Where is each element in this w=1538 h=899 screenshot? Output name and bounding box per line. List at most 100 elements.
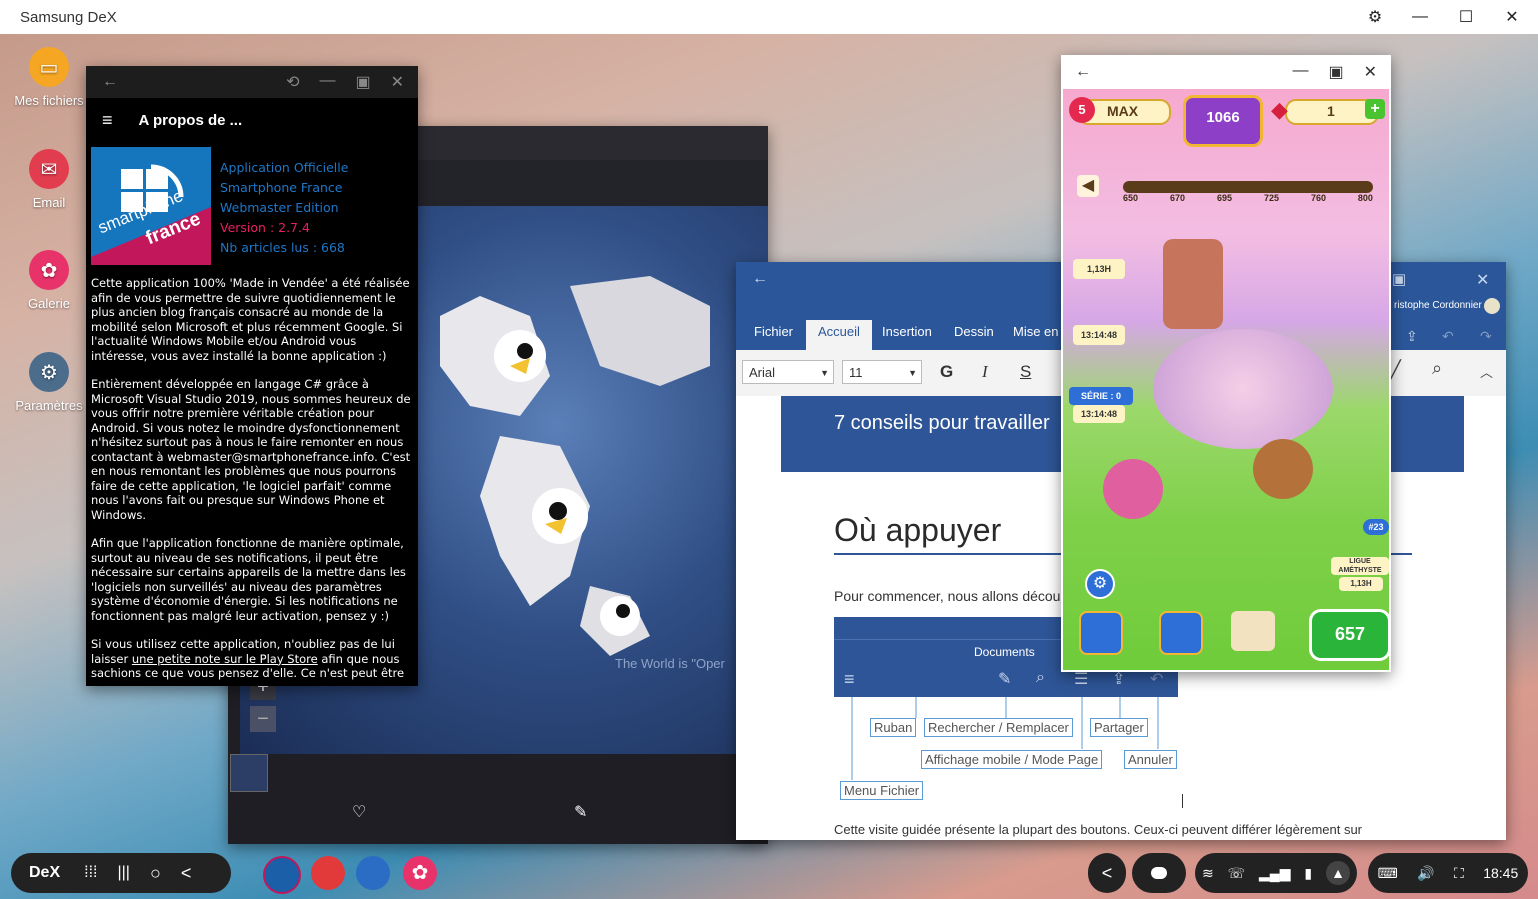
pen-icon[interactable]: ╱ (1390, 360, 1401, 381)
zoom-out-button[interactable]: − (250, 706, 276, 732)
tab-insertion[interactable]: Insertion (882, 324, 932, 339)
status-tray[interactable]: ≋ ☏ ▂▄▆ ▮ ▲ (1195, 853, 1357, 893)
tab-accueil[interactable]: Accueil (818, 324, 860, 339)
back-arrow-icon[interactable]: ← (1061, 63, 1091, 81)
thumbnail[interactable] (230, 754, 268, 792)
tab-fichier[interactable]: Fichier (754, 324, 793, 339)
close-icon[interactable]: ✕ (1476, 270, 1489, 290)
maximize-button[interactable]: ☐ (1444, 4, 1488, 30)
back-icon[interactable]: < (181, 863, 192, 884)
edit-pencil-icon[interactable]: ✎ (574, 802, 587, 822)
share-icon[interactable]: ⇪ (1406, 328, 1418, 345)
series-badge[interactable]: SÉRIE : 0 (1069, 387, 1133, 405)
back-arrow-icon[interactable]: ← (86, 73, 118, 91)
account-name[interactable]: ristophe Cordonnier (1394, 300, 1482, 311)
milestone: 650 (1123, 193, 1139, 203)
home-icon[interactable]: ○ (150, 863, 161, 884)
desktop-icon-parametres[interactable]: ⚙ Paramètres (9, 352, 89, 413)
minimize-icon[interactable]: — (1292, 62, 1308, 82)
event-timer[interactable]: 13:14:48 (1073, 405, 1125, 423)
volume-icon[interactable]: 🔊 (1417, 865, 1434, 882)
dex-nav-bar: DeX ⁞⁞⁞ ||| ○ < (11, 853, 231, 893)
callout-rechercher: Rechercher / Remplacer (924, 718, 1073, 737)
call-icon: ☏ (1227, 864, 1246, 881)
taskbar-collapse-button[interactable]: < (1088, 853, 1126, 893)
book-button[interactable] (1231, 611, 1275, 651)
maximize-icon[interactable]: ▣ (1392, 270, 1406, 288)
chest-button[interactable] (1159, 611, 1203, 655)
back-arrow-icon[interactable]: ← (752, 270, 768, 288)
chevron-up-icon[interactable]: ︿ (1480, 362, 1493, 381)
desktop-icon-galerie[interactable]: ✿ Galerie (9, 250, 89, 311)
event-timer[interactable]: 1,13H (1073, 259, 1125, 279)
italic-button[interactable]: I (982, 362, 988, 382)
redo-icon[interactable]: ↷ (1480, 328, 1492, 345)
taskbar-app-galerie[interactable]: ✿ (403, 856, 437, 890)
league-label[interactable]: LIGUE AMÉTHYSTE (1331, 557, 1389, 575)
underline-button[interactable]: S (1020, 362, 1031, 382)
keyboard-icon[interactable]: ⌨ (1378, 865, 1398, 882)
mail-icon: ✉ (29, 149, 69, 189)
undo-icon[interactable]: ↶ (1442, 328, 1454, 345)
apps-grid-icon[interactable]: ⁞⁞⁞ (84, 864, 97, 882)
taskbar-app-word[interactable] (356, 856, 390, 890)
taskbar-app-game[interactable] (311, 856, 345, 890)
bold-button[interactable]: G (940, 362, 953, 382)
tab-mise-en-page[interactable]: Mise en (1013, 324, 1059, 339)
scroll-left-button[interactable]: ◀ (1077, 175, 1099, 197)
rank-badge: #23 (1363, 519, 1389, 535)
add-gems-button[interactable]: + (1365, 99, 1385, 119)
minimize-button[interactable]: — (1398, 4, 1442, 30)
maximize-icon[interactable]: ▣ (355, 72, 370, 92)
info-line: Smartphone France (220, 180, 343, 195)
progress-track (1123, 181, 1373, 193)
rotate-icon[interactable]: ⟲ (286, 72, 299, 92)
size-value: 11 (849, 365, 863, 380)
notification-button[interactable] (1132, 853, 1186, 893)
close-button[interactable]: ✕ (1490, 4, 1534, 30)
desktop-icon-mes-fichiers[interactable]: ▭ Mes fichiers (9, 47, 89, 108)
search-icon[interactable]: ⌕ (1432, 358, 1442, 379)
about-window: ← ⟲ — ▣ ✕ ≡ A propos de ... smartphone f… (86, 66, 418, 686)
text-cursor (1182, 794, 1183, 808)
callout-ruban: Ruban (870, 718, 917, 737)
recents-icon[interactable]: ||| (117, 864, 129, 882)
host-titlebar: Samsung DeX ⚙ — ☐ ✕ (0, 0, 1538, 35)
close-icon[interactable]: ✕ (1364, 62, 1377, 82)
favorite-heart-icon[interactable]: ♡ (352, 802, 366, 822)
close-icon[interactable]: ✕ (391, 72, 404, 92)
scene-candy (1103, 459, 1163, 519)
articles-count: Nb articles lus : 668 (220, 240, 345, 255)
game-view[interactable]: MAX 5 1066 1 ◆ + 650 670 695 725 760 800… (1063, 89, 1389, 670)
heart-icon: 5 (1069, 97, 1095, 123)
font-select[interactable]: Arial ▼ (742, 360, 834, 384)
callout-annuler: Annuler (1124, 750, 1177, 769)
milestone: 695 (1216, 193, 1232, 203)
scene-house (1163, 239, 1223, 329)
settings-gear-icon[interactable]: ⚙ (1085, 569, 1115, 599)
play-store-link[interactable]: une petite note sur le Play Store (132, 652, 318, 666)
maximize-icon[interactable]: ▣ (1328, 62, 1343, 82)
font-size-select[interactable]: 11 ▼ (842, 360, 922, 384)
settings-gear-icon[interactable]: ⚙ (1353, 4, 1397, 30)
minimize-icon[interactable]: — (319, 72, 335, 92)
smartphone-france-logo: smartphone france (91, 147, 211, 265)
desktop-icon-label: Paramètres (15, 398, 83, 413)
image-caption: The World is "Oper (615, 656, 725, 671)
avatar[interactable] (1484, 298, 1500, 314)
play-level-button[interactable]: 657 (1309, 609, 1389, 661)
dex-label[interactable]: DeX (11, 864, 60, 882)
shop-button[interactable] (1079, 611, 1123, 655)
milestones: 650 670 695 725 760 800 (1123, 193, 1373, 203)
battery-icon: ▮ (1304, 864, 1313, 881)
taskbar-app-smartphone-france[interactable] (263, 856, 301, 894)
desktop-icon-email[interactable]: ✉ Email (9, 149, 89, 210)
chevron-up-icon[interactable]: ▲ (1326, 861, 1350, 885)
clock[interactable]: 18:45 (1483, 865, 1518, 881)
hamburger-menu-icon[interactable]: ≡ (86, 110, 139, 131)
screenshot-icon[interactable]: ⛶ (1454, 865, 1464, 882)
message-icon (1151, 867, 1167, 879)
event-timer[interactable]: 13:14:48 (1073, 325, 1125, 345)
tab-dessin[interactable]: Dessin (954, 324, 994, 339)
about-header: ≡ A propos de ... (86, 98, 418, 142)
